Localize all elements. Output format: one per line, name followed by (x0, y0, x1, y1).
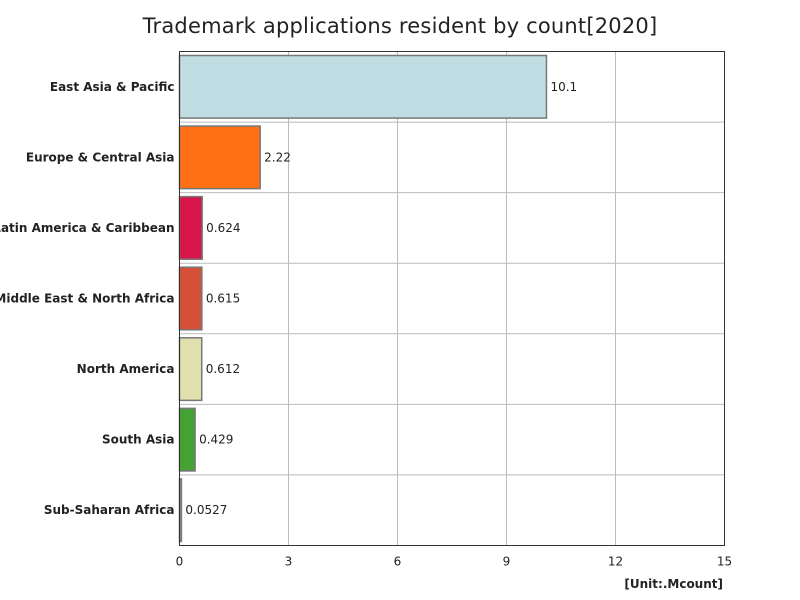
category-label: Middle East & North Africa (0, 292, 175, 306)
value-label: 2.22 (264, 150, 291, 164)
category-label: Europe & Central Asia (26, 150, 175, 164)
value-label: 0.615 (206, 292, 240, 306)
x-tick-label: 6 (394, 555, 402, 569)
category-label: Latin America & Caribbean (0, 221, 175, 235)
bar-0[interactable] (178, 54, 548, 119)
value-label: 0.0527 (185, 503, 227, 517)
x-axis-ticks: 0 3 6 9 12 15 (176, 555, 732, 569)
category-label: Sub-Saharan Africa (44, 503, 175, 517)
chart-canvas: East Asia & Pacific Europe & Central Asia… (0, 51, 732, 591)
category-label: East Asia & Pacific (50, 80, 175, 94)
bar-5[interactable] (178, 407, 196, 472)
value-label: 0.429 (199, 433, 233, 447)
x-tick-label: 0 (176, 555, 184, 569)
category-labels: East Asia & Pacific Europe & Central Asia… (0, 80, 175, 517)
x-tick-label: 9 (503, 555, 511, 569)
unit-label: [Unit:.Mcount] (624, 577, 723, 591)
x-tick-label: 12 (608, 555, 623, 569)
value-label: 0.624 (206, 221, 240, 235)
bar-1[interactable] (178, 125, 261, 190)
bar-3[interactable] (178, 266, 203, 331)
bar-4[interactable] (178, 337, 203, 402)
value-label: 10.1 (550, 80, 577, 94)
category-label: North America (77, 362, 175, 376)
value-label: 0.612 (206, 362, 240, 376)
bar-2[interactable] (178, 195, 203, 260)
plot-area (179, 51, 725, 546)
x-tick-label: 15 (717, 555, 732, 569)
category-label: South Asia (102, 433, 175, 447)
x-tick-label: 3 (285, 555, 293, 569)
